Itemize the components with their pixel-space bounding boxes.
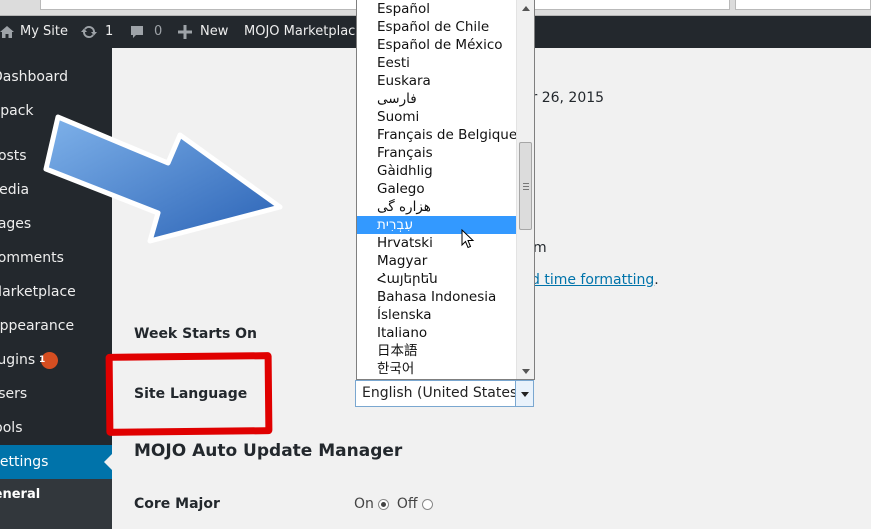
menu-item-users[interactable]: Users — [0, 377, 112, 411]
formatting-period: . — [654, 272, 659, 288]
site-language-value: English (United States) — [362, 385, 523, 401]
menu-item-label: Media — [0, 182, 30, 198]
language-option[interactable]: Français — [357, 144, 517, 162]
menu-item-appearance[interactable]: Appearance — [0, 309, 112, 343]
menu-item-label: Tools — [0, 420, 23, 436]
language-option[interactable]: Français de Belgique — [357, 126, 517, 144]
core-major-on-label: On — [354, 496, 374, 512]
language-option[interactable]: Bahasa Indonesia — [357, 288, 517, 306]
section-heading: MOJO Auto Update Manager — [134, 441, 403, 461]
language-option[interactable]: Español de México — [357, 36, 517, 54]
grip-icon — [523, 183, 529, 190]
site-language-select[interactable]: English (United States) — [355, 380, 534, 407]
home-icon[interactable] — [0, 16, 14, 48]
site-name-link[interactable]: My Site — [20, 16, 68, 48]
core-major-options: On Off — [354, 496, 441, 512]
core-major-on-radio[interactable] — [377, 498, 389, 510]
menu-item-label: Jetpack — [0, 103, 34, 119]
menu-item-plugins[interactable]: Plugins1 — [0, 343, 112, 377]
updates-link[interactable]: 1 — [80, 16, 113, 48]
submenu-item-general[interactable]: General — [0, 487, 40, 502]
menu-item-dashboard[interactable]: Dashboard — [0, 60, 112, 94]
language-option[interactable]: Eesti — [357, 54, 517, 72]
language-option-highlighted[interactable]: עִבְרִית — [357, 216, 517, 234]
language-option[interactable]: Galego — [357, 180, 517, 198]
language-option[interactable]: Euskara — [357, 72, 517, 90]
language-option[interactable]: Magyar — [357, 252, 517, 270]
language-option[interactable]: Íslenska — [357, 306, 517, 324]
core-major-label: Core Major — [134, 496, 220, 512]
language-option[interactable]: Suomi — [357, 108, 517, 126]
mouse-pointer-icon — [461, 229, 475, 249]
language-option[interactable]: Español de Chile — [357, 18, 517, 36]
menu-item-settings[interactable]: Settings — [0, 445, 112, 479]
time-format-example: m — [533, 240, 547, 256]
language-option[interactable]: 한국어 — [357, 360, 517, 378]
week-starts-on-label: Week Starts On — [134, 326, 258, 342]
comments-count: 0 — [154, 24, 163, 39]
comments-link[interactable]: 0 — [130, 16, 162, 48]
core-major-off-radio[interactable] — [421, 498, 433, 510]
scroll-up-arrow-icon[interactable] — [522, 6, 530, 11]
menu-item-label: Plugins — [0, 352, 36, 368]
language-option[interactable]: Español — [357, 0, 517, 18]
menu-item-tools[interactable]: Tools — [0, 411, 112, 445]
browser-search-box[interactable] — [735, 0, 871, 10]
language-option[interactable]: Հայերեն — [357, 270, 517, 288]
scrollbar-thumb[interactable] — [519, 142, 532, 230]
language-option[interactable]: 日本語 — [357, 342, 517, 360]
date-time-formatting-link[interactable]: d time formatting — [531, 272, 654, 288]
language-dropdown-list: Español Español de Chile Español de Méxi… — [356, 0, 535, 380]
language-option[interactable]: Italiano — [357, 324, 517, 342]
new-content-link[interactable]: New — [178, 16, 228, 48]
settings-submenu: General — [0, 479, 112, 529]
menu-item-label: Pages — [0, 216, 32, 232]
menu-item-label: Settings — [0, 454, 49, 470]
comment-icon — [131, 26, 143, 38]
language-option[interactable]: هزاره گی — [357, 198, 517, 216]
language-option[interactable]: فارسی — [357, 90, 517, 108]
menu-item-label: Dashboard — [0, 69, 68, 85]
blue-arrow-annotation — [43, 114, 283, 244]
updates-count: 1 — [105, 24, 114, 39]
plus-icon — [178, 25, 192, 39]
dropdown-arrow-icon[interactable] — [515, 381, 533, 406]
dropdown-scrollbar[interactable] — [516, 0, 534, 379]
core-major-off-label: Off — [396, 496, 418, 512]
plugins-update-badge: 1 — [39, 351, 59, 369]
refresh-icon — [81, 26, 97, 38]
menu-item-label: Posts — [0, 148, 27, 164]
mojo-marketplace-link[interactable]: MOJO Marketplace — [244, 16, 363, 48]
new-label: New — [200, 24, 229, 39]
menu-item-label: Marketplace — [0, 284, 76, 300]
language-option[interactable]: Hrvatski — [357, 234, 517, 252]
menu-item-label: Appearance — [0, 318, 75, 334]
menu-item-label: Users — [0, 386, 28, 402]
scroll-down-arrow-icon[interactable] — [522, 369, 530, 374]
menu-item-marketplace[interactable]: Marketplace — [0, 275, 112, 309]
language-option[interactable]: Gàidhlig — [357, 162, 517, 180]
red-highlight-box — [105, 352, 273, 436]
